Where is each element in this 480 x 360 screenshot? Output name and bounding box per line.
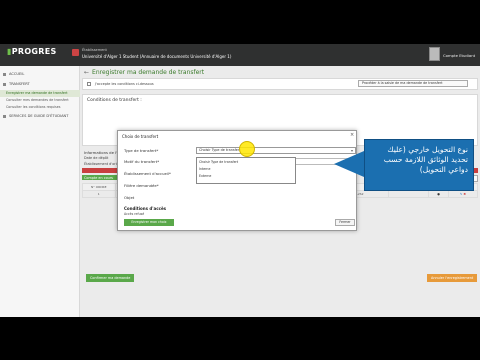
sidebar-subitem-consulter[interactable]: Consulter mes demandes de transfert <box>0 97 80 104</box>
modal-title: Choix de transfert <box>122 134 159 139</box>
close-icon[interactable]: × <box>350 132 354 138</box>
close-button[interactable]: Fermer <box>335 219 355 226</box>
delete-icon[interactable]: ✖ <box>463 192 466 196</box>
university-icon <box>72 49 79 56</box>
accept-checkbox[interactable] <box>87 82 91 86</box>
progres-logo: ▮PROGRES <box>7 47 57 56</box>
label-type-transfert: Type de transfert* <box>124 148 159 153</box>
edit-icon[interactable]: ✎ <box>460 192 463 196</box>
accept-text: J'accepte les conditions ci-dessous <box>95 82 154 86</box>
select-value: Choisir Type de transfert <box>199 148 241 152</box>
avatar[interactable] <box>429 47 440 61</box>
arabic-callout: نوع التحويل خارجي (عليك تحديد الوثائق ال… <box>364 139 474 191</box>
transfer-choice-modal: Choix de transfert × Type de transfert* … <box>117 130 357 231</box>
info-line-date: Date de dépôt <box>84 156 109 160</box>
label-motif: Motif du transfert* <box>124 159 160 164</box>
header-bar: ▮PROGRES Établissement Université d'Alge… <box>0 44 480 66</box>
page-title: ← Enregistrer ma demande de transfert <box>84 69 204 76</box>
transfer-type-select[interactable]: Choisir Type de transfert ▾ <box>196 147 356 154</box>
table-cell <box>387 190 430 198</box>
proceed-button[interactable]: Procéder à la saisie de ma demande de tr… <box>358 80 468 87</box>
conditions-access-title: Conditions d'accès <box>124 206 167 211</box>
page-title-text: Enregistrer ma demande de transfert <box>92 69 205 76</box>
status-text: Compte en cours <box>84 176 113 180</box>
sidebar-subitem-enregistrer[interactable]: Enregistrer ma demande de transfert <box>0 90 80 97</box>
cursor-highlight <box>239 141 255 157</box>
label-objet: Objet <box>124 195 135 200</box>
conditions-title: Conditions de transfert : <box>87 98 142 103</box>
callout-arrow-icon <box>334 151 364 177</box>
dropdown-option[interactable]: Interne <box>199 167 210 171</box>
sidebar-item-accueil[interactable]: ACCUEIL <box>0 70 80 79</box>
cancel-registration-button[interactable]: Annuler l'enregistrement <box>427 274 478 282</box>
label-etablissement: Établissement d'accueil* <box>124 171 171 176</box>
column-header: N° ORDRE <box>82 183 116 191</box>
confirm-button[interactable]: Confirmer ma demande <box>86 274 135 282</box>
logo-text: PROGRES <box>11 47 57 56</box>
sidebar-item-label: SERVICES DE GUIDE D'ÉTUDIANT <box>9 114 69 118</box>
dropdown-option[interactable]: Choisir Type de transfert <box>199 160 238 164</box>
app-window: ▮PROGRES Établissement Université d'Alge… <box>0 44 480 317</box>
back-arrow-icon[interactable]: ← <box>84 69 89 76</box>
table-cell: 1 <box>82 190 116 198</box>
sidebar: ACCUEIL TRANSFERT Enregistrer ma demande… <box>0 66 80 317</box>
home-icon <box>3 73 6 76</box>
save-choice-button[interactable]: Enregistrer mon choix <box>124 219 174 226</box>
table-cell: ● <box>428 190 449 198</box>
sidebar-subitem-conditions[interactable]: Consulter les conditions requises <box>0 104 80 111</box>
university-value: Université d'Alger 1 Student (Annuaire d… <box>82 54 232 59</box>
dropdown-option[interactable]: Externe <box>199 174 211 178</box>
guide-icon <box>3 115 6 118</box>
transfer-icon <box>3 83 6 86</box>
user-name[interactable]: Compte Etudiant <box>443 53 475 58</box>
university-label: Établissement <box>82 48 107 52</box>
sidebar-item-label: TRANSFERT <box>9 82 30 86</box>
transfer-type-dropdown[interactable]: Choisir Type de transfert Interne Extern… <box>196 157 296 184</box>
sidebar-item-transfert[interactable]: TRANSFERT <box>0 80 80 89</box>
sidebar-item-guide[interactable]: SERVICES DE GUIDE D'ÉTUDIANT <box>0 112 80 121</box>
conditions-access-status: Accès refusé <box>124 212 145 216</box>
label-filiere: Filière demandée* <box>124 183 159 188</box>
sidebar-item-label: ACCUEIL <box>9 72 25 76</box>
table-cell[interactable]: ✎ ✖ <box>447 190 479 198</box>
status-dot-icon: ● <box>437 192 440 196</box>
